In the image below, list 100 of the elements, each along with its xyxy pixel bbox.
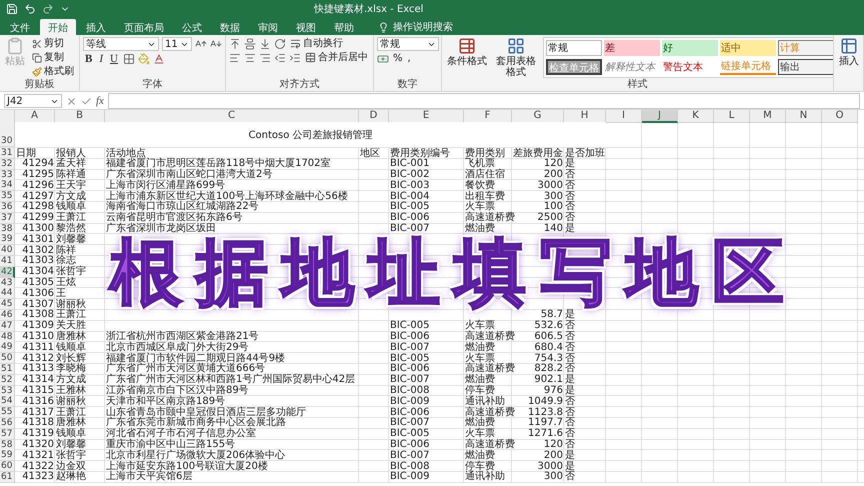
align-center-icon[interactable] (244, 52, 256, 64)
format-as-table-button[interactable]: 套用表格格式 (493, 37, 539, 79)
bottom-align-icon[interactable] (259, 38, 271, 50)
cell-style-option[interactable]: 差 (604, 40, 660, 56)
ribbon-tab[interactable]: 公式 (174, 19, 210, 35)
row-number[interactable]: 30 (0, 122, 15, 147)
row-number[interactable]: 50 (0, 353, 15, 364)
column-header[interactable]: F (464, 110, 512, 123)
column-header[interactable]: G (512, 110, 564, 123)
row-number[interactable]: 47 (0, 320, 15, 332)
currency-icon[interactable] (377, 52, 389, 64)
row-number[interactable]: 31 (0, 148, 15, 159)
row-number[interactable]: 36 (0, 202, 15, 213)
row-number[interactable]: 39 (0, 234, 15, 246)
number-format-field[interactable]: 常规 (377, 37, 439, 51)
row-number[interactable]: 49 (0, 342, 15, 354)
conditional-formatting-button[interactable]: 条件格式 (445, 37, 489, 79)
table-cell-text: 58.7 (540, 310, 564, 320)
row-number[interactable]: 60 (0, 461, 15, 472)
column-header[interactable]: B (55, 110, 105, 123)
align-left-icon[interactable] (229, 52, 241, 64)
ribbon-tab[interactable]: 插入 (78, 19, 114, 35)
ribbon-tab[interactable]: 视图 (288, 19, 324, 35)
row-number[interactable]: 33 (0, 170, 15, 181)
merge-center-button[interactable]: 合并后居中 (304, 51, 369, 64)
top-align-icon[interactable] (229, 38, 241, 50)
increase-indent-icon[interactable] (289, 52, 301, 64)
cell-style-option[interactable]: 适中 (720, 40, 776, 56)
name-box[interactable]: J42 (4, 94, 62, 108)
orientation-icon[interactable] (274, 38, 286, 50)
tell-me-search[interactable]: 操作说明搜索 (374, 19, 457, 35)
cell-style-option[interactable]: 输出 (778, 59, 833, 75)
column-header[interactable]: N (786, 110, 822, 123)
column-header[interactable]: C (105, 110, 359, 123)
row-number[interactable]: 44 (0, 288, 15, 300)
formula-input[interactable] (108, 93, 860, 109)
ribbon-tab[interactable]: 帮助 (326, 19, 362, 35)
row-number[interactable]: 40 (0, 245, 15, 256)
cancel-icon[interactable] (66, 96, 77, 106)
insert-function-button[interactable]: fx (96, 95, 104, 107)
row-number[interactable]: 56 (0, 418, 15, 429)
row-number[interactable]: 55 (0, 407, 15, 418)
column-header[interactable]: K (678, 110, 714, 123)
column-header[interactable]: O (822, 110, 858, 123)
row-number[interactable]: 48 (0, 332, 15, 343)
row-number[interactable]: 54 (0, 396, 15, 408)
comma-button[interactable]: , (406, 52, 412, 65)
bold-button[interactable]: B (83, 52, 94, 66)
row-number[interactable]: 38 (0, 224, 15, 235)
row-number[interactable]: 53 (0, 386, 15, 397)
column-header[interactable]: D (359, 110, 389, 123)
row-number[interactable]: 42 (0, 266, 15, 278)
cut-button[interactable]: 剪切 (31, 37, 75, 50)
row-number[interactable]: 59 (0, 450, 15, 462)
ribbon-tab[interactable]: 审阅 (250, 19, 286, 35)
undo-icon[interactable] (24, 3, 36, 15)
ribbon-tab[interactable]: 开始 (40, 19, 76, 35)
row-number[interactable]: 57 (0, 428, 15, 440)
percent-button[interactable]: % (392, 52, 404, 65)
row-number[interactable]: 35 (0, 191, 15, 202)
row-number[interactable]: 52 (0, 374, 15, 386)
column-header[interactable]: I (606, 110, 642, 123)
format-painter-button[interactable]: 格式刷 (31, 65, 75, 78)
font-size-field[interactable]: 11 (162, 37, 192, 51)
cell-style-option[interactable]: 常规 (546, 40, 602, 56)
row-number[interactable]: 41 (0, 256, 15, 267)
font-color-icon[interactable] (152, 53, 165, 65)
row-number[interactable]: 32 (0, 158, 15, 170)
column-header[interactable]: A (15, 110, 55, 123)
row-number[interactable]: 58 (0, 440, 15, 451)
cell-style-option[interactable]: 好 (662, 40, 718, 56)
row-number[interactable]: 46 (0, 310, 15, 321)
column-header[interactable]: J (642, 110, 678, 123)
align-right-icon[interactable] (259, 52, 271, 64)
row-number[interactable]: 51 (0, 364, 15, 375)
wrap-text-button[interactable]: 自动换行 (289, 37, 344, 50)
redo-icon[interactable] (42, 3, 54, 15)
insert-cells-button[interactable]: 插入 (837, 37, 861, 91)
borders-icon[interactable] (122, 53, 135, 65)
font-name-field[interactable]: 等线 (83, 37, 159, 51)
middle-align-icon[interactable] (244, 38, 256, 50)
column-header[interactable]: M (750, 110, 786, 123)
ribbon-tab[interactable]: 数据 (212, 19, 248, 35)
column-header[interactable]: L (714, 110, 750, 123)
column-header[interactable]: E (389, 110, 464, 123)
decrease-indent-icon[interactable] (274, 52, 286, 64)
fill-color-icon[interactable] (138, 53, 150, 65)
italic-button[interactable]: I (97, 52, 106, 66)
ribbon-tab[interactable]: 页面布局 (116, 19, 172, 35)
row-number[interactable]: 37 (0, 212, 15, 224)
row-number[interactable]: 45 (0, 299, 15, 310)
underline-button[interactable]: U (108, 52, 120, 66)
enter-icon[interactable] (81, 96, 92, 106)
column-header[interactable]: H (564, 110, 606, 123)
row-number[interactable]: 34 (0, 180, 15, 192)
save-icon[interactable] (6, 3, 18, 15)
copy-button[interactable]: 复制 (31, 51, 75, 64)
row-number[interactable]: 43 (0, 278, 15, 289)
row-number[interactable]: 61 (0, 472, 15, 483)
ribbon-tab[interactable]: 文件 (2, 19, 38, 35)
